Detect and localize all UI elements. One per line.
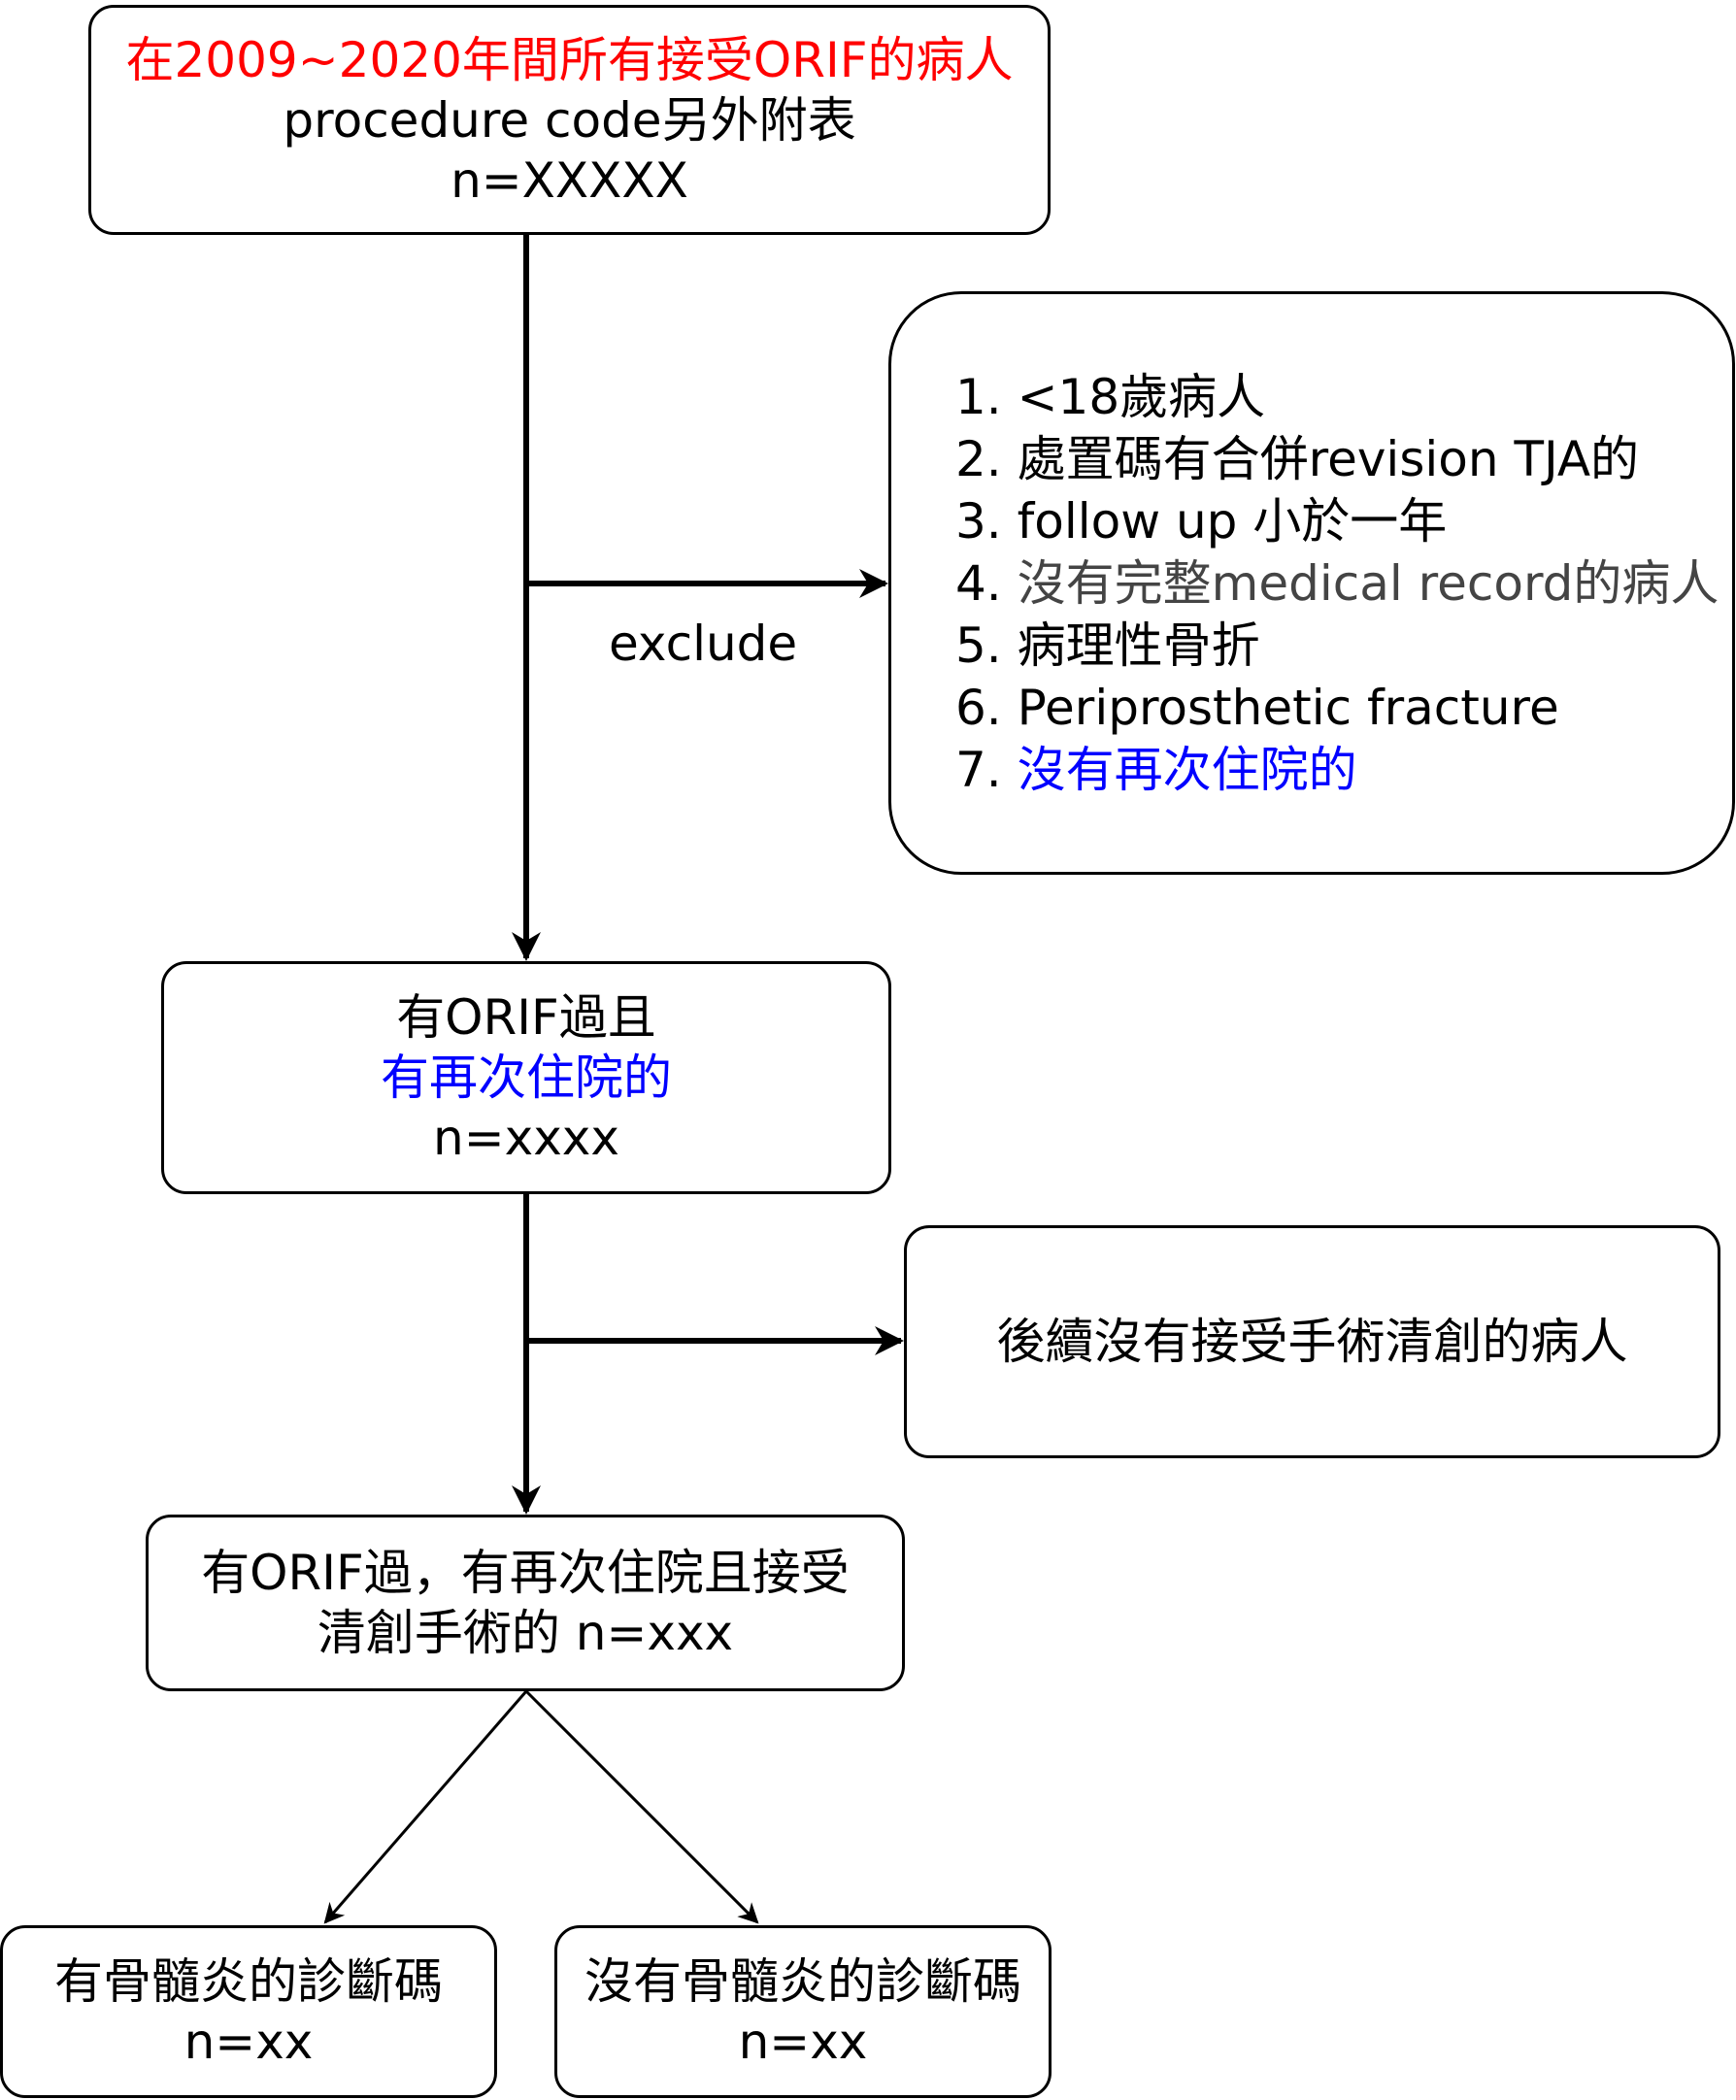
readmitted-line-2: 有再次住院的 xyxy=(381,1050,672,1106)
top-cohort-procedure-note: procedure code另外附表 xyxy=(283,91,856,149)
no-debridement-text: 後續沒有接受手術清創的病人 xyxy=(996,1314,1628,1370)
connector-to-osteomyelitis-no xyxy=(524,1689,759,1924)
exclusion-item: 1. <18歲病人 xyxy=(955,368,1266,425)
exclusion-item: 5. 病理性骨折 xyxy=(955,617,1260,674)
osteomyelitis-yes-box: 有骨髓炎的診斷碼 n=xx xyxy=(0,1925,497,2098)
osteomyelitis-no-count: n=xx xyxy=(738,2014,868,2070)
readmitted-line-1: 有ORIF過且 xyxy=(396,989,656,1046)
readmitted-box: 有ORIF過且 有再次住院的 n=xxxx xyxy=(161,961,891,1194)
osteomyelitis-no-box: 沒有骨髓炎的診斷碼 n=xx xyxy=(554,1925,1052,2098)
osteomyelitis-yes-label: 有骨髓炎的診斷碼 xyxy=(54,1953,443,2010)
debrided-line-1: 有ORIF過，有再次住院且接受 xyxy=(201,1545,850,1601)
exclusion-item: 3. follow up 小於一年 xyxy=(955,492,1448,550)
debrided-box: 有ORIF過，有再次住院且接受 清創手術的 n=xxx xyxy=(146,1515,905,1691)
no-debridement-box: 後續沒有接受手術清創的病人 xyxy=(904,1225,1720,1458)
top-cohort-box: 在2009~2020年間所有接受ORIF的病人 procedure code另外… xyxy=(88,5,1051,235)
osteomyelitis-yes-count: n=xx xyxy=(184,2014,314,2070)
top-cohort-title: 在2009~2020年間所有接受ORIF的病人 xyxy=(125,31,1014,88)
osteomyelitis-no-label: 沒有骨髓炎的診斷碼 xyxy=(584,1953,1021,2010)
exclusion-item: 7. 沒有再次住院的 xyxy=(955,741,1357,798)
readmitted-count: n=xxxx xyxy=(433,1110,619,1166)
connector-to-osteomyelitis-yes xyxy=(323,1690,528,1924)
exclusion-criteria-box: 1. <18歲病人 2. 處置碼有合併revision TJA的 3. foll… xyxy=(888,291,1735,875)
exclusion-item: 6. Periprosthetic fracture xyxy=(955,679,1559,736)
top-cohort-count: n=XXXXX xyxy=(451,151,688,209)
debrided-line-2: 清創手術的 n=xxx xyxy=(317,1605,734,1661)
exclude-label: exclude xyxy=(609,616,798,672)
exclusion-item: 4. 沒有完整medical record的病人 xyxy=(955,554,1719,612)
exclusion-item: 2. 處置碼有合併revision TJA的 xyxy=(955,430,1640,487)
